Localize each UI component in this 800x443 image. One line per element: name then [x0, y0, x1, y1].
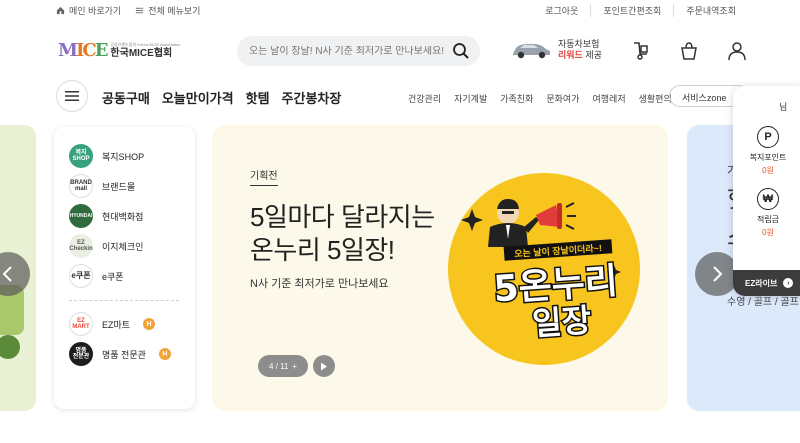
category-card: 복지 SHOP 복지SHOP BRAND mall 브랜드몰 HYUNDAI 현대백…	[54, 127, 195, 409]
delivery-icon[interactable]	[630, 40, 652, 67]
banner-subtitle: N사 기준 최저가로 만나보세요	[250, 278, 389, 290]
category-ecoupon[interactable]: e쿠폰 e쿠폰	[69, 261, 195, 291]
home-link[interactable]: 메인 바로가기	[56, 4, 121, 17]
car-insurance-promo[interactable]: 자동차보험 리워드 제공	[510, 39, 602, 62]
nav-hot-item[interactable]: 핫템	[246, 88, 270, 107]
category-label: EZ마트	[102, 319, 131, 330]
category-label: 브랜드몰	[102, 181, 136, 192]
ez-live-button[interactable]: EZ라이브 ›	[733, 270, 800, 296]
chevron-right-icon	[713, 266, 723, 282]
art-title-2: 일장	[531, 301, 592, 343]
home-link-label: 메인 바로가기	[69, 6, 122, 16]
promo-line1: 자동차보험	[558, 39, 600, 49]
category-divider	[69, 300, 179, 301]
search-input[interactable]	[249, 45, 449, 57]
category-label: 복지SHOP	[102, 151, 145, 162]
ez-checkin-icon: EZ Checkin	[69, 234, 93, 258]
nav-family[interactable]: 가족친화	[500, 92, 533, 105]
pager-count: 4 / 11	[268, 361, 289, 371]
nav-weekly[interactable]: 주간봉차장	[282, 88, 342, 107]
ecoupon-icon: e쿠폰	[69, 264, 93, 288]
peek-decoration-2	[0, 335, 20, 359]
logo-subtext: 공동브랜드협의 Korea MICE Association	[110, 41, 181, 47]
chevron-left-icon	[2, 266, 12, 282]
order-history-link[interactable]: 주문내역조회	[673, 4, 748, 17]
main-nav: 공동구매 오늘만이가격 핫템 주간봉차장 건강관리 자기계발 가족친화 문화여가…	[0, 80, 800, 116]
chevron-right-icon: ›	[783, 278, 794, 288]
logo-name: 한국MICE협회	[110, 47, 173, 59]
category-label: 이지체크인	[102, 241, 144, 252]
header: MICE 공동브랜드협의 Korea MICE Association 한국MI…	[0, 28, 800, 78]
reserve-label: 적립금	[756, 215, 780, 224]
category-brand-mall[interactable]: BRAND mall 브랜드몰	[69, 171, 195, 201]
list-icon	[136, 7, 144, 14]
nav-today-price[interactable]: 오늘만이가격	[162, 88, 234, 107]
luxury-icon: 명품 전문관	[69, 342, 93, 366]
promo-suffix: 제공	[582, 50, 602, 61]
reserve-value: 0원	[762, 228, 774, 237]
logout-link[interactable]: 로그아웃	[533, 4, 590, 17]
banner-play-button[interactable]	[313, 355, 335, 377]
banner-title-line2: 온누리 5일장!	[250, 234, 395, 265]
cart-icon[interactable]	[678, 40, 700, 67]
play-icon	[321, 362, 327, 370]
won-icon: ₩	[757, 188, 779, 210]
hamburger-icon	[65, 91, 79, 101]
hyundai-icon: HYUNDAI	[69, 204, 93, 228]
nav-self-dev[interactable]: 자기계발	[454, 92, 487, 105]
nav-group-buy[interactable]: 공동구매	[102, 88, 150, 107]
welfare-point-value: 0원	[762, 166, 774, 175]
user-greeting: 님	[779, 102, 788, 112]
search-icon[interactable]	[452, 42, 470, 65]
main-banner[interactable]: 기획전 5일마다 달라지는 온누리 5일장! N사 기준 최저가로 만나보세요 …	[212, 125, 668, 411]
nav-travel[interactable]: 여행레저	[593, 92, 626, 105]
top-utility-bar: 메인 바로가기 전체 메뉴보기 로그아웃 포인트간편조회 주문내역조회	[0, 0, 800, 20]
promo-highlight: 리워드	[558, 50, 583, 61]
banner-title-line1: 5일마다 달라지는	[250, 202, 435, 232]
ez-mart-icon: EZ MART	[69, 312, 93, 336]
category-ez-mart[interactable]: EZ MART EZ마트 H	[69, 309, 195, 339]
h-badge: H	[143, 318, 156, 330]
nav-health[interactable]: 건강관리	[408, 92, 441, 105]
nav-living[interactable]: 생활편의	[639, 92, 672, 105]
logo-mark: MICE	[58, 40, 108, 61]
site-logo[interactable]: MICE 공동브랜드협의 Korea MICE Association 한국MI…	[58, 40, 180, 61]
banner-title: 5일마다 달라지는 온누리 5일장!	[250, 201, 435, 266]
search-bar[interactable]	[237, 36, 480, 66]
point-lookup-link[interactable]: 포인트간편조회	[590, 4, 673, 17]
category-welfare-shop[interactable]: 복지 SHOP 복지SHOP	[69, 141, 195, 171]
welfare-point-item[interactable]: P 복지포인트 0원	[733, 126, 800, 176]
category-ez-checkin[interactable]: EZ Checkin 이지체크인	[69, 231, 195, 261]
h-badge: H	[158, 348, 171, 360]
banner-tag: 기획전	[250, 167, 278, 186]
all-menu-label: 전체 메뉴보기	[148, 6, 201, 16]
banner-illustration: 오는 날이 장날이더라~! 5온누리 일장	[448, 173, 640, 365]
home-icon	[56, 6, 65, 15]
reserve-item[interactable]: ₩ 적립금 0원	[733, 188, 800, 238]
category-luxury[interactable]: 명품 전문관 명품 전문관 H	[69, 339, 195, 369]
point-icon: P	[757, 126, 779, 148]
nav-culture[interactable]: 문화여가	[546, 92, 579, 105]
car-icon	[513, 44, 550, 59]
banner-pager[interactable]: 4 / 11 +	[258, 355, 308, 377]
all-menu-link[interactable]: 전체 메뉴보기	[135, 4, 200, 17]
category-label: 현대백화점	[102, 211, 144, 222]
ez-live-label: EZ라이브	[745, 278, 778, 288]
user-icon[interactable]	[726, 40, 748, 67]
quick-info-panel: 님 P 복지포인트 0원 ₩ 적립금 0원 EZ라이브 ›	[733, 86, 800, 296]
welfare-point-label: 복지포인트	[749, 153, 787, 162]
pager-plus: +	[292, 361, 298, 371]
welfare-shop-icon: 복지 SHOP	[69, 144, 93, 168]
brand-mall-icon: BRAND mall	[69, 174, 93, 198]
category-label: e쿠폰	[102, 271, 124, 282]
category-label: 명품 전문관	[102, 349, 146, 360]
category-hyundai[interactable]: HYUNDAI 현대백화점	[69, 201, 195, 231]
hamburger-menu-button[interactable]	[56, 80, 88, 112]
